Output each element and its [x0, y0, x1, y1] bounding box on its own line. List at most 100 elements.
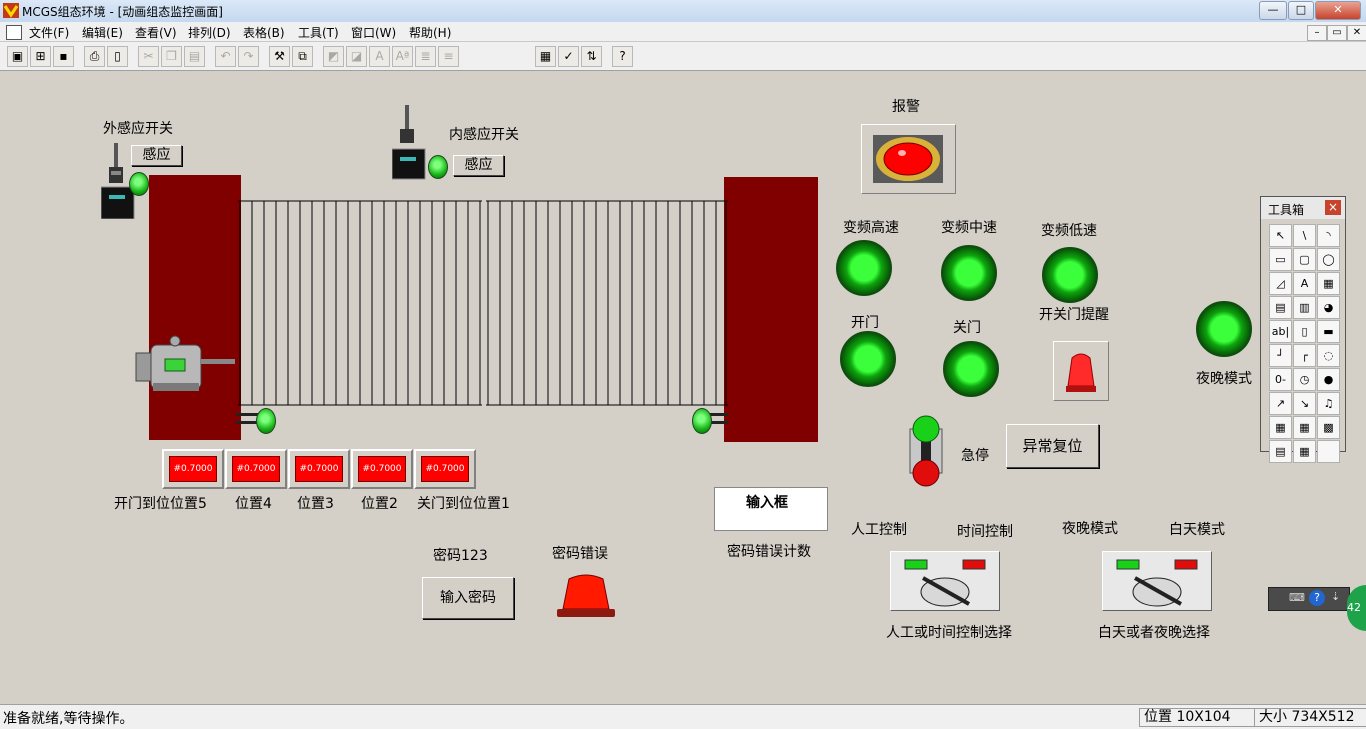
- menu-help[interactable]: 帮助(H): [409, 24, 451, 41]
- toolbox-title-bar: 工具箱 ×: [1261, 197, 1345, 219]
- toolbox-tool-14[interactable]: ▬: [1317, 320, 1340, 343]
- mcgs-app-icon: [3, 3, 19, 18]
- toolbox-tool-27[interactable]: ▤: [1269, 440, 1292, 463]
- toolbox-tool-4[interactable]: ▢: [1293, 248, 1316, 271]
- open-door-label: 开门: [851, 315, 879, 331]
- door-reminder-label: 开关门提醒: [1039, 307, 1109, 323]
- document-icon[interactable]: [6, 25, 22, 40]
- status-bar: 准备就绪,等待操作。 位置 10X104 大小 734X512: [0, 704, 1366, 729]
- menu-window[interactable]: 窗口(W): [351, 24, 396, 41]
- cut-icon[interactable]: ✂: [138, 46, 159, 67]
- toolbox-tool-9[interactable]: ▤: [1269, 296, 1292, 319]
- input-box[interactable]: 输入框: [714, 487, 828, 531]
- toolbox-tool-12[interactable]: ab|: [1269, 320, 1292, 343]
- emergency-stop-switch[interactable]: [904, 413, 948, 489]
- align-right-icon[interactable]: ◪: [346, 46, 367, 67]
- minimize-button[interactable]: —: [1259, 1, 1287, 20]
- new-window-icon[interactable]: ▣: [7, 46, 28, 67]
- gate-motor-icon: [131, 335, 235, 397]
- day-night-selector-switch[interactable]: [1102, 551, 1212, 611]
- toolbox-tool-7[interactable]: A: [1293, 272, 1316, 295]
- inner-sensor-lamp: [428, 155, 448, 179]
- help-icon[interactable]: ?: [1309, 590, 1325, 606]
- menu-arrange[interactable]: 排列(D): [188, 24, 231, 41]
- redo-icon[interactable]: ↷: [238, 46, 259, 67]
- manual-time-selector-caption: 人工或时间控制选择: [886, 625, 1012, 641]
- menu-table[interactable]: 表格(B): [243, 24, 285, 41]
- outer-sensor-label: 外感应开关: [103, 121, 173, 137]
- toolbox-tool-21[interactable]: ↗: [1269, 392, 1292, 415]
- save-icon[interactable]: ▪: [53, 46, 74, 67]
- menu-view[interactable]: 查看(V): [135, 24, 177, 41]
- toolbox-tool-3[interactable]: ▭: [1269, 248, 1292, 271]
- position2-value: #0.7000: [358, 456, 406, 482]
- toolbox-close-button[interactable]: ×: [1325, 200, 1341, 215]
- manual-time-selector-switch[interactable]: [890, 551, 1000, 611]
- password-error-label: 密码错误: [552, 546, 608, 562]
- chevron-down-icon[interactable]: ⇣: [1331, 590, 1340, 603]
- toolbox-tool-16[interactable]: ┌: [1293, 344, 1316, 367]
- inner-sensor-button[interactable]: 感应: [453, 155, 504, 176]
- tools-icon[interactable]: ⚒: [269, 46, 290, 67]
- check-icon[interactable]: ✓: [558, 46, 579, 67]
- toolbox-tool-1[interactable]: \: [1293, 224, 1316, 247]
- menu-file[interactable]: 文件(F): [29, 24, 69, 41]
- menu-bar: 文件(F) 编辑(E) 查看(V) 排列(D) 表格(B) 工具(T) 窗口(W…: [0, 22, 1366, 42]
- copy-icon[interactable]: ❐: [161, 46, 182, 67]
- toolbox-tool-20[interactable]: ●: [1317, 368, 1340, 391]
- undo-icon[interactable]: ↶: [215, 46, 236, 67]
- toolbox-tool-29[interactable]: [1317, 440, 1340, 463]
- align-left-icon[interactable]: ◩: [323, 46, 344, 67]
- inner-sensor-device-icon: [391, 105, 427, 181]
- toolbox-tool-11[interactable]: ◕: [1317, 296, 1340, 319]
- outer-sensor-button[interactable]: 感应: [131, 145, 182, 166]
- mdi-minimize-button[interactable]: –: [1307, 25, 1327, 41]
- speed-low-lamp: [1042, 247, 1098, 303]
- print-preview-icon[interactable]: ▯: [107, 46, 128, 67]
- right-limit-lamp: [692, 408, 712, 434]
- enter-password-button[interactable]: 输入密码: [422, 577, 514, 619]
- position3-value: #0.7000: [295, 456, 343, 482]
- toolbox-tool-28[interactable]: ▦: [1293, 440, 1316, 463]
- open-icon[interactable]: ⊞: [30, 46, 51, 67]
- mdi-restore-button[interactable]: ▭: [1327, 25, 1347, 41]
- print-icon[interactable]: ⎙: [84, 46, 105, 67]
- toolbox-tool-22[interactable]: ↘: [1293, 392, 1316, 415]
- alarm-button[interactable]: [861, 124, 956, 194]
- list-icon[interactable]: ≣: [415, 46, 436, 67]
- toolbox-tool-26[interactable]: ▩: [1317, 416, 1340, 439]
- font-icon[interactable]: Aª: [392, 46, 413, 67]
- toolbox-tool-13[interactable]: ▯: [1293, 320, 1316, 343]
- properties-icon[interactable]: ▦: [535, 46, 556, 67]
- toolbox-tool-6[interactable]: ◿: [1269, 272, 1292, 295]
- toolbox-tool-10[interactable]: ▥: [1293, 296, 1316, 319]
- frame-icon[interactable]: ⧉: [292, 46, 313, 67]
- paste-icon[interactable]: ▤: [184, 46, 205, 67]
- toolbox-tool-25[interactable]: ▦: [1293, 416, 1316, 439]
- floating-badge[interactable]: 42: [1347, 585, 1366, 631]
- keyboard-icon[interactable]: ⌨: [1289, 591, 1305, 604]
- toolbox-tool-5[interactable]: ◯: [1317, 248, 1340, 271]
- sort-icon[interactable]: ⇅: [581, 46, 602, 67]
- text-icon[interactable]: A: [369, 46, 390, 67]
- maximize-button[interactable]: □: [1288, 1, 1314, 20]
- inner-sensor-label: 内感应开关: [449, 127, 519, 143]
- toolbox-tool-23[interactable]: ♫: [1317, 392, 1340, 415]
- emergency-stop-label: 急停: [961, 448, 989, 464]
- toolbox-tool-2[interactable]: ◝: [1317, 224, 1340, 247]
- toolbox-tool-0[interactable]: ↖: [1269, 224, 1292, 247]
- toolbox-tool-8[interactable]: ▦: [1317, 272, 1340, 295]
- menu-tools[interactable]: 工具(T): [298, 24, 339, 41]
- help-cursor-icon[interactable]: ?: [612, 46, 633, 67]
- toolbox-tool-15[interactable]: ┘: [1269, 344, 1292, 367]
- menu-edit[interactable]: 编辑(E): [82, 24, 123, 41]
- toolbox-tool-17[interactable]: ◌: [1317, 344, 1340, 367]
- list-alt-icon[interactable]: ≡: [438, 46, 459, 67]
- toolbox-tool-19[interactable]: ◷: [1293, 368, 1316, 391]
- close-window-button[interactable]: ✕: [1315, 1, 1361, 20]
- fault-reset-button[interactable]: 异常复位: [1006, 424, 1099, 468]
- toolbox-tool-18[interactable]: 0-: [1269, 368, 1292, 391]
- language-bar[interactable]: ⌨ ? ⇣: [1268, 587, 1350, 611]
- toolbox-tool-24[interactable]: ▦: [1269, 416, 1292, 439]
- mdi-close-button[interactable]: ✕: [1347, 25, 1366, 41]
